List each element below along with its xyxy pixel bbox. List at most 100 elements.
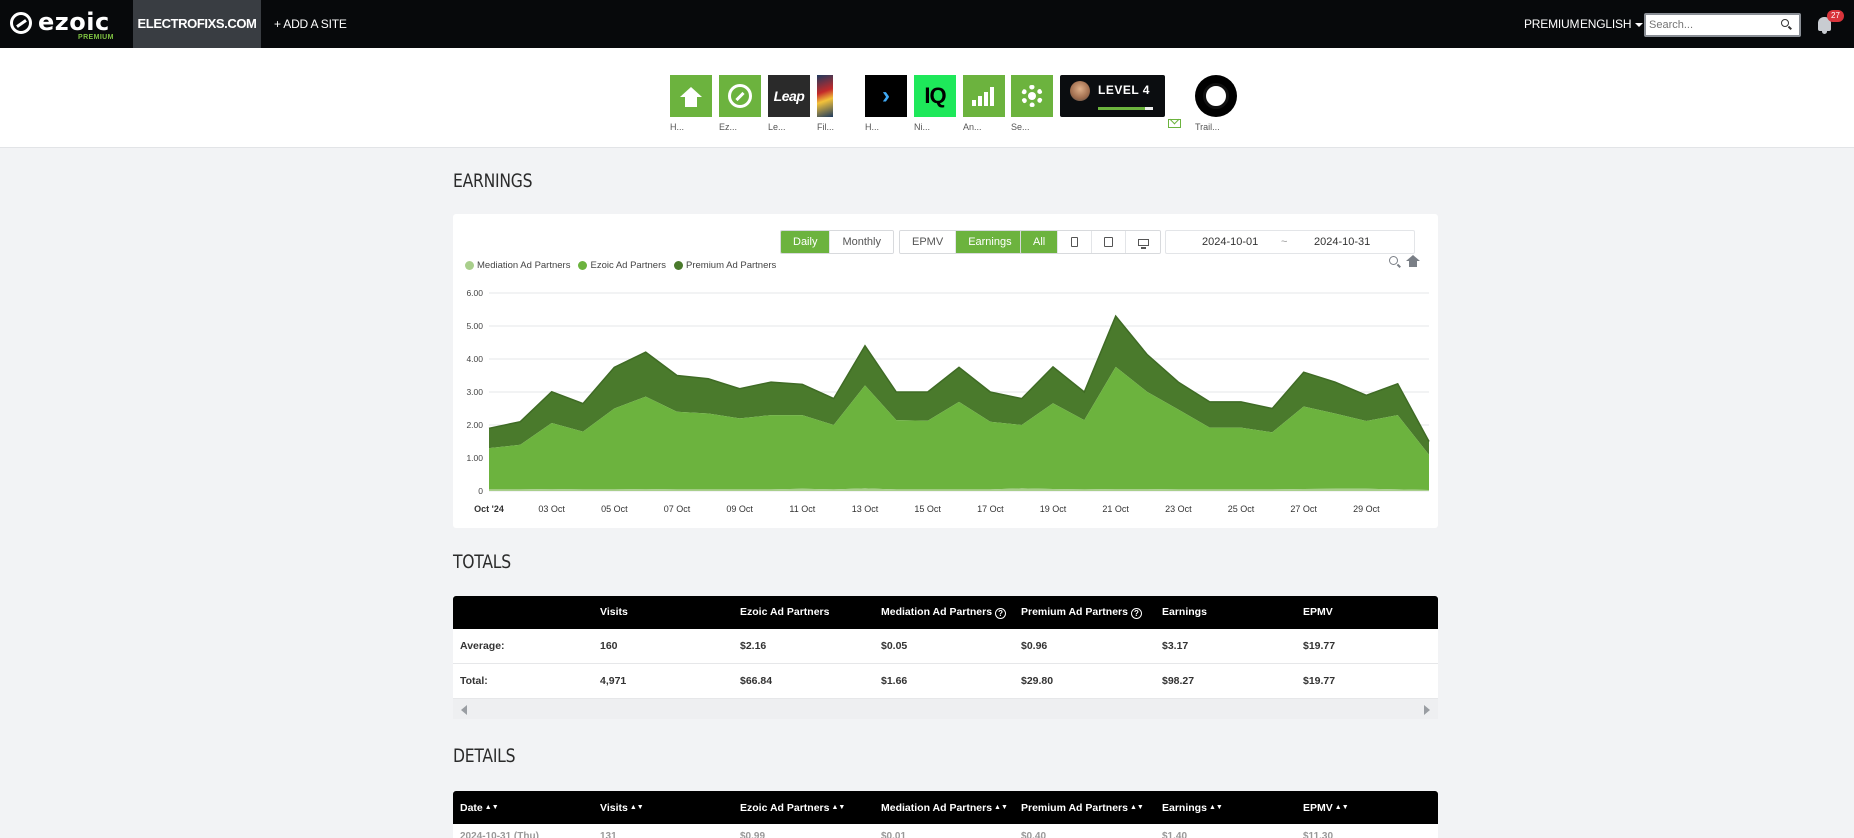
ezoic-logo-icon <box>10 12 32 34</box>
table-cell: $98.27 <box>1162 675 1195 687</box>
search-icon[interactable] <box>1781 19 1789 27</box>
earnings-chart-card: Daily Monthly EPMV Earnings All 2024-10-… <box>453 214 1438 528</box>
top-navigation-bar: ezoic PREMIUM ELECTROFIXS.COM + ADD A SI… <box>0 0 1854 48</box>
column-header-mediation: Mediation Ad Partners? <box>881 596 1007 629</box>
totals-table-header: Visits Ezoic Ad Partners Mediation Ad Pa… <box>453 596 1438 629</box>
chevron-right-icon: › <box>882 82 890 109</box>
sort-icon: ▲▼ <box>629 804 644 811</box>
x-tick-label: 09 Oct <box>726 504 753 514</box>
app-label: An... <box>963 122 982 132</box>
language-dropdown[interactable]: ENGLISH <box>1580 0 1644 48</box>
chevron-down-icon <box>1635 22 1644 27</box>
language-label: ENGLISH <box>1580 17 1632 31</box>
level-progress-bar <box>1098 107 1153 110</box>
sort-header-earnings[interactable]: Earnings ▲▼ <box>1162 791 1223 825</box>
x-tick-label: 21 Oct <box>1102 504 1129 514</box>
help-icon[interactable]: ? <box>995 608 1007 619</box>
scroll-right-arrow-icon[interactable] <box>1424 705 1430 715</box>
gear-icon <box>1021 85 1043 107</box>
totals-title: TOTALS <box>453 551 511 573</box>
table-cell: Average: <box>460 640 505 652</box>
level-label: LEVEL 4 <box>1098 83 1150 97</box>
sort-header-premium[interactable]: Premium Ad Partners ▲▼ <box>1021 791 1144 825</box>
details-table-header: Date ▲▼ Visits ▲▼ Ezoic Ad Partners ▲▼ Medi… <box>453 791 1438 824</box>
earnings-area-chart: 0 1.00 2.00 3.00 4.00 5.00 6.00 Oct '24 03 Oct 05… <box>466 288 1430 514</box>
sort-header-visits[interactable]: Visits ▲▼ <box>600 791 644 825</box>
app-label: Ez... <box>719 122 738 132</box>
x-tick-label: 11 Oct <box>789 504 815 514</box>
column-header-label: Mediation Ad Partners <box>881 606 993 618</box>
search-input[interactable] <box>1644 13 1801 37</box>
column-header-label: Premium Ad Partners <box>1021 606 1128 618</box>
flame-icon <box>817 75 833 117</box>
table-cell: $19.77 <box>1303 675 1336 687</box>
sort-header-ezoic[interactable]: Ezoic Ad Partners ▲▼ <box>740 791 845 825</box>
analytics-icon <box>972 86 996 106</box>
table-cell: $0.99 <box>740 831 766 838</box>
sort-header-mediation[interactable]: Mediation Ad Partners ▲▼ <box>881 791 1008 825</box>
column-header-visits: Visits <box>600 606 628 618</box>
table-cell: 2024-10-31 (Thu) <box>460 831 539 838</box>
column-header-label: Date <box>460 802 483 814</box>
y-tick-label: 6.00 <box>466 288 483 298</box>
column-header-label: EPMV <box>1303 802 1333 814</box>
table-cell: $3.17 <box>1162 640 1189 652</box>
earnings-title: EARNINGS <box>453 170 533 192</box>
table-row: Average: 160 $2.16 $0.05 $0.96 $3.17 $19… <box>453 629 1438 664</box>
sort-header-epmv[interactable]: EPMV ▲▼ <box>1303 791 1349 825</box>
table-cell: $0.40 <box>1021 831 1047 838</box>
x-tick-label: Oct '24 <box>474 504 504 514</box>
site-selector-tab[interactable]: ELECTROFIXS.COM <box>133 0 261 48</box>
table-cell: $11.30 <box>1303 831 1334 838</box>
x-tick-label: 23 Oct <box>1165 504 1192 514</box>
help-icon[interactable]: ? <box>1130 608 1142 619</box>
x-tick-label: 19 Oct <box>1040 504 1067 514</box>
column-header-label: Mediation Ad Partners <box>881 802 993 814</box>
details-title: DETAILS <box>453 745 516 767</box>
app-label: Ni... <box>914 122 931 132</box>
scroll-left-arrow-icon[interactable] <box>461 705 467 715</box>
ezoic-icon <box>728 84 752 108</box>
table-cell: 131 <box>600 831 617 838</box>
column-header-epmv: EPMV <box>1303 606 1333 618</box>
totals-table: Visits Ezoic Ad Partners Mediation Ad Pa… <box>453 596 1438 719</box>
x-tick-label: 29 Oct <box>1353 504 1380 514</box>
app-label: Fil... <box>817 122 834 132</box>
table-cell: Total: <box>460 675 488 687</box>
app-label: Se... <box>1011 122 1030 132</box>
premium-link[interactable]: PREMIUM <box>1524 0 1579 48</box>
sort-icon: ▲▼ <box>1129 804 1144 811</box>
x-tick-label: 07 Oct <box>664 504 691 514</box>
table-cell: $29.80 <box>1021 675 1054 687</box>
table-cell: $0.05 <box>881 640 908 652</box>
logo-premium-label: PREMIUM <box>78 34 114 41</box>
trail-icon <box>1203 83 1229 109</box>
ezoic-logo[interactable]: ezoic PREMIUM <box>10 8 120 41</box>
add-site-link[interactable]: + ADD A SITE <box>274 0 347 48</box>
table-cell: $0.96 <box>1021 640 1048 652</box>
y-tick-label: 2.00 <box>466 420 483 430</box>
column-header-ezoic: Ezoic Ad Partners <box>740 606 830 618</box>
home-icon <box>680 87 702 107</box>
sort-icon: ▲▼ <box>1334 804 1349 811</box>
table-cell: $19.77 <box>1303 640 1336 652</box>
table-cell: 4,971 <box>600 675 627 687</box>
sort-icon: ▲▼ <box>831 804 846 811</box>
y-tick-label: 5.00 <box>466 321 483 331</box>
logo-text: ezoic <box>38 8 110 36</box>
x-tick-label: 03 Oct <box>538 504 565 514</box>
x-tick-label: 05 Oct <box>601 504 628 514</box>
notification-count-badge: 27 <box>1827 10 1844 22</box>
sort-icon: ▲▼ <box>1208 804 1223 811</box>
level-progress-fill <box>1098 107 1145 110</box>
column-header-label: Visits <box>600 802 628 814</box>
table-row: Total: 4,971 $66.84 $1.66 $29.80 $98.27 … <box>453 664 1438 699</box>
sort-header-date[interactable]: Date ▲▼ <box>460 791 499 825</box>
column-header-earnings: Earnings <box>1162 606 1207 618</box>
app-label: H... <box>670 122 685 132</box>
horizontal-scrollbar[interactable] <box>453 699 1438 719</box>
y-tick-label: 1.00 <box>466 453 483 463</box>
app-launcher-bar: H... Ez... Leap Le... Fil... › H... IQ N… <box>0 48 1854 148</box>
mail-icon[interactable] <box>1168 119 1181 128</box>
x-tick-label: 15 Oct <box>914 504 941 514</box>
